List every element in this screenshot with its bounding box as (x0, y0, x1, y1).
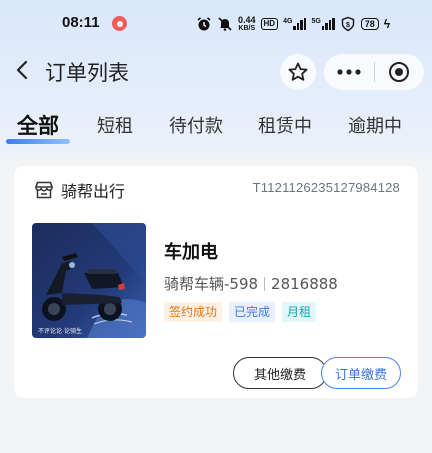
tab-all[interactable]: 全部 (17, 110, 59, 140)
net-speed-value: 0.44 (238, 15, 256, 25)
shop-icon (35, 181, 53, 199)
favorite-button[interactable] (280, 54, 316, 90)
sim1-signal: 4G (283, 18, 307, 30)
order-number: T1121126235127984128 (252, 180, 400, 195)
status-bar: 08:11 0.44 KB/S HD 4G 5G $ 78 ϟ (0, 0, 432, 48)
active-tab-indicator (6, 139, 70, 144)
tab-pending-payment[interactable]: 待付款 (169, 112, 223, 138)
vehicle-image: 不评论论·论骑生 (32, 223, 146, 338)
vehicle-image-caption: 不评论论·论骑生 (38, 329, 82, 335)
star-icon (288, 62, 308, 81)
net-speed: 0.44 KB/S (238, 15, 256, 33)
back-icon[interactable] (12, 58, 34, 82)
scooter-illustration (32, 223, 146, 338)
page-title: 订单列表 (45, 61, 129, 85)
status-badge-completed: 已完成 (229, 302, 276, 322)
target-icon[interactable] (375, 54, 423, 90)
mute-icon (218, 17, 232, 31)
order-card[interactable]: 骑帮出行 T1121126235127984128 不评论论·论骑生 车加电 骑… (14, 166, 418, 398)
status-badge-monthly: 月租 (282, 302, 317, 322)
hd-badge: HD (260, 18, 279, 30)
order-payment-button[interactable]: 订单缴费 (321, 357, 401, 389)
vpn-icon: $ (341, 16, 354, 32)
vehicle-id: 2816888 (271, 275, 338, 293)
sim1-label: 4G (283, 18, 293, 25)
sim2-signal: 5G (311, 18, 335, 30)
status-badges: 签约成功 已完成 月租 (164, 302, 317, 322)
sim2-label: 5G (311, 18, 321, 25)
order-tabs: 全部 短租 待付款 租赁中 逾期中 (0, 106, 432, 150)
vehicle-name: 骑帮车辆-598 (164, 275, 259, 293)
net-speed-unit: KB/S (238, 25, 256, 32)
more-icon[interactable] (324, 54, 374, 90)
signal-icon (293, 18, 307, 30)
battery-level: 78 (364, 19, 375, 29)
svg-text:$: $ (346, 22, 350, 29)
status-icons: 0.44 KB/S HD 4G 5G $ 78 ϟ (196, 12, 390, 36)
signal-icon (321, 18, 335, 30)
record-icon (112, 16, 127, 31)
shop-name: 骑帮出行 (61, 182, 126, 201)
vehicle-info: 骑帮车辆-598 2816888 (164, 273, 338, 294)
status-time: 08:11 (62, 14, 100, 31)
product-name: 车加电 (164, 242, 218, 263)
nav-bar: 订单列表 (0, 48, 432, 92)
status-badge-signed: 签约成功 (164, 302, 223, 322)
tab-overdue[interactable]: 逾期中 (348, 112, 402, 138)
tab-renting[interactable]: 租赁中 (258, 112, 312, 138)
tab-short-rent[interactable]: 短租 (97, 112, 133, 138)
vehicle-info-divider (264, 277, 266, 291)
charging-icon: ϟ (383, 17, 391, 31)
alarm-icon (197, 17, 211, 31)
mini-program-capsule (324, 54, 424, 90)
battery-icon: 78 (360, 18, 379, 30)
other-payment-button[interactable]: 其他缴费 (233, 357, 327, 389)
